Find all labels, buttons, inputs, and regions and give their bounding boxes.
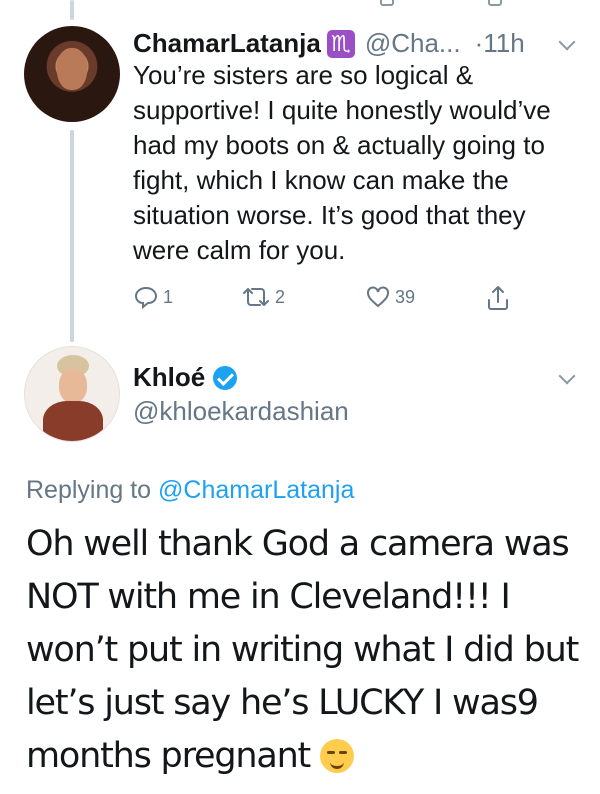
- share-icon: [488, 286, 508, 310]
- tweet-body: Oh well thank God a camera was NOT with …: [26, 524, 579, 776]
- scorpio-icon: ♏: [326, 29, 355, 58]
- chevron-down-icon[interactable]: [558, 36, 576, 54]
- like-count: 39: [395, 286, 416, 307]
- thread-connector-line: [70, 130, 74, 342]
- retweet-count: 2: [275, 286, 286, 307]
- display-name[interactable]: Khloé: [133, 362, 205, 393]
- heart-icon: [367, 286, 389, 308]
- replying-to-link[interactable]: @ChamarLatanja: [158, 476, 354, 504]
- tweet-text: You’re sisters are so logical & supporti…: [133, 60, 551, 265]
- replying-to-line: Replying to @ChamarLatanja: [26, 476, 354, 505]
- smirk-emoji-icon: [320, 739, 355, 773]
- reply-count: 1: [163, 286, 174, 307]
- verified-badge-icon: [213, 365, 238, 390]
- thread-connector-line: [70, 0, 74, 20]
- tweet-text: Oh well thank God a camera was NOT with …: [26, 518, 586, 783]
- avatar[interactable]: [24, 346, 120, 442]
- chevron-down-icon[interactable]: [558, 370, 576, 388]
- reply-icon: [134, 286, 158, 310]
- timestamp[interactable]: ·11h: [475, 28, 525, 59]
- share-button[interactable]: [485, 284, 511, 312]
- share-icon[interactable]: [488, 0, 502, 6]
- like-button[interactable]: 39: [365, 284, 415, 310]
- replying-to-prefix: Replying to: [26, 476, 152, 504]
- reply-button[interactable]: 1: [133, 284, 173, 310]
- user-handle[interactable]: @Cha...: [365, 28, 461, 59]
- user-handle[interactable]: @khloekardashian: [133, 396, 349, 427]
- tweet-header: ChamarLatanja ♏ @Cha... ·11h: [133, 28, 525, 59]
- retweet-icon: [243, 288, 269, 306]
- display-name[interactable]: ChamarLatanja: [133, 28, 321, 59]
- avatar[interactable]: [24, 26, 120, 122]
- display-name-row: Khloé: [133, 362, 238, 393]
- retweet-icon[interactable]: [380, 0, 394, 6]
- retweet-button[interactable]: 2: [241, 284, 285, 310]
- tweet-actions: 1 2 39: [133, 284, 533, 314]
- previous-tweet-actions-cutoff: [0, 0, 600, 10]
